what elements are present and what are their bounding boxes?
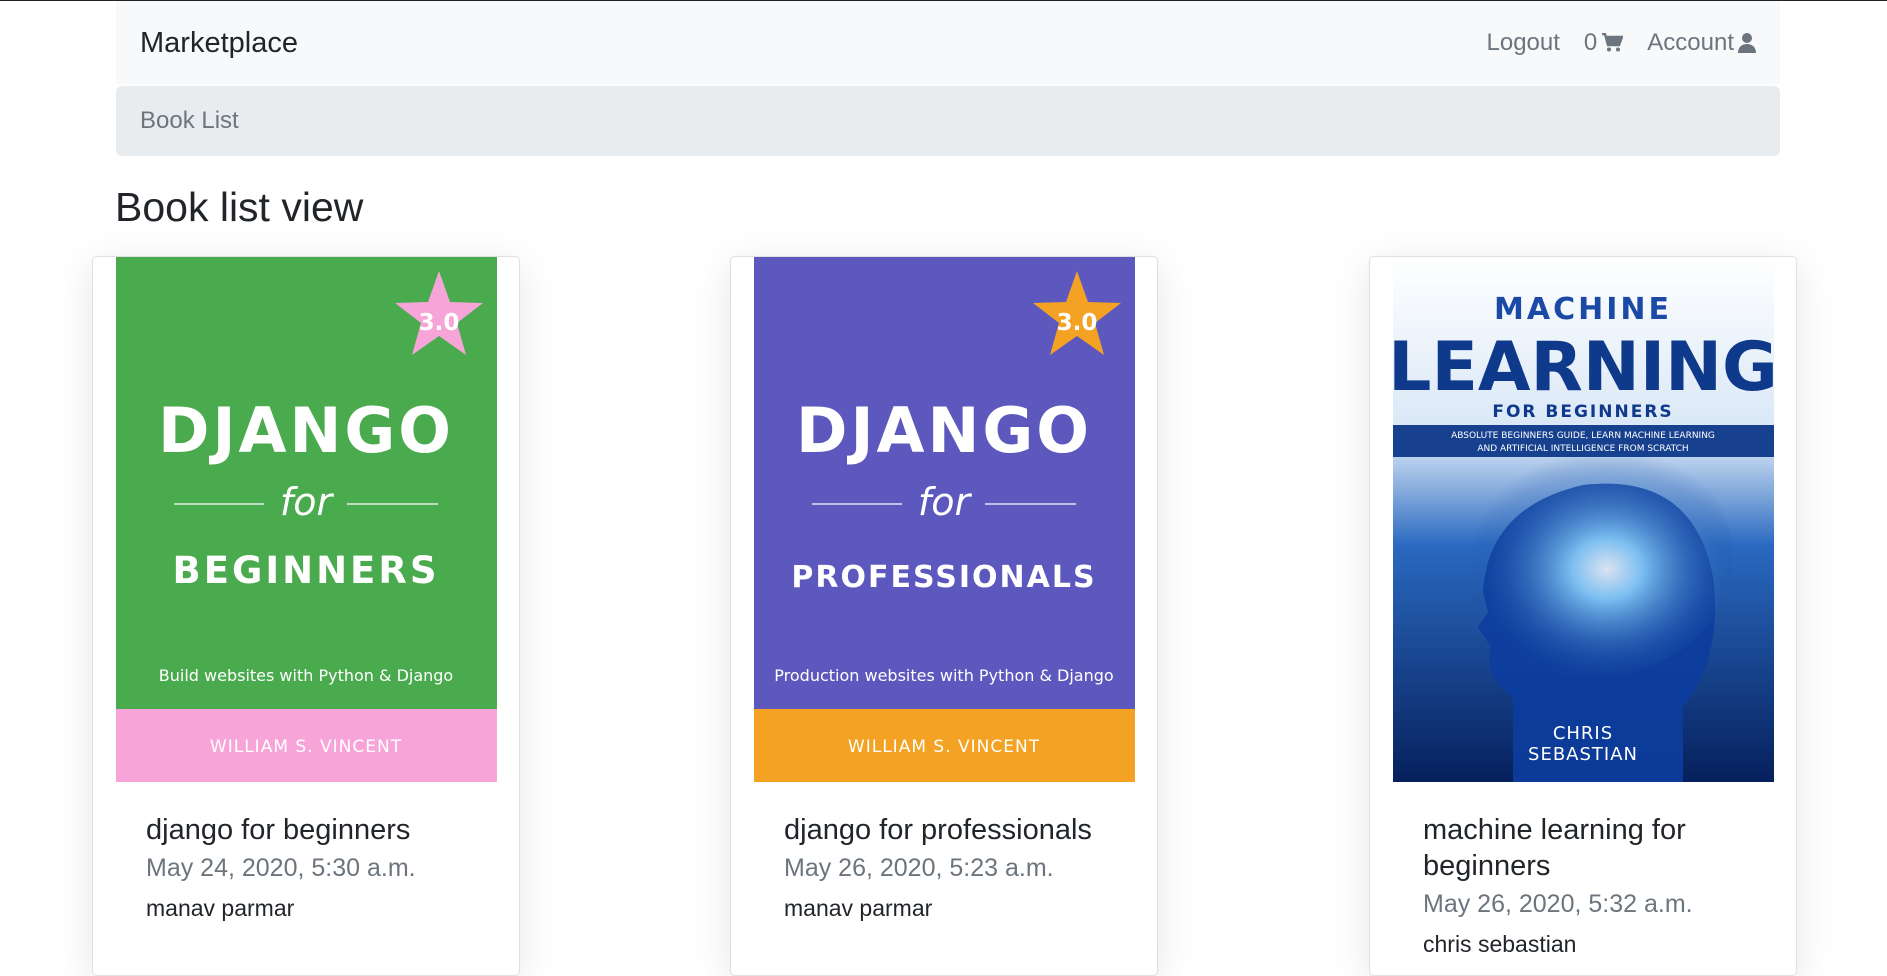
- cover-author: WILLIAM S. VINCENT: [848, 737, 1040, 757]
- page-title: Book list view: [115, 184, 364, 230]
- account-label: Account: [1647, 29, 1734, 56]
- breadcrumb-item[interactable]: Book List: [140, 107, 239, 135]
- cart-count: 0: [1583, 29, 1598, 56]
- book-title[interactable]: django for professionals: [784, 812, 1137, 848]
- cover-rating: 3.0: [419, 310, 460, 336]
- cart-icon: [1602, 33, 1624, 52]
- cover-subtitle-1: ABSOLUTE BEGINNERS GUIDE, LEARN MACHINE …: [1451, 431, 1715, 441]
- cover-line2: for: [280, 480, 335, 524]
- cover-author: WILLIAM S. VINCENT: [210, 737, 402, 757]
- navbar: Marketplace Logout 0 Account: [116, 1, 1780, 85]
- cart-link[interactable]: 0: [1583, 29, 1624, 57]
- book-card: 3.0 DJANGO for PROFESSIONALS Production …: [730, 256, 1158, 976]
- card-body: django for beginners May 24, 2020, 5:30 …: [146, 812, 499, 922]
- cover-line2: for: [918, 480, 973, 524]
- cover-author-1: CHRIS: [1553, 723, 1613, 744]
- account-link[interactable]: Account: [1647, 29, 1756, 57]
- breadcrumb: Book List: [116, 86, 1780, 156]
- card-body: machine learning for beginners May 26, 2…: [1423, 812, 1776, 958]
- book-cover-image[interactable]: MACHINE LEARNING FOR BEGINNERS ABSOLUTE …: [1393, 257, 1774, 782]
- brand-link[interactable]: Marketplace: [140, 27, 298, 60]
- book-author: chris sebastian: [1423, 931, 1577, 957]
- cover-tagline: Build websites with Python & Django: [159, 666, 453, 685]
- book-date: May 26, 2020, 5:23 a.m.: [784, 854, 1054, 882]
- cover-line3: PROFESSIONALS: [791, 560, 1096, 595]
- book-title[interactable]: machine learning for beginners: [1423, 812, 1776, 884]
- book-cover-image[interactable]: 3.0 DJANGO for PROFESSIONALS Production …: [754, 257, 1135, 782]
- logout-link[interactable]: Logout: [1487, 29, 1560, 57]
- book-cover-image[interactable]: 3.0 DJANGO for BEGINNERS Build websites …: [116, 257, 497, 782]
- cover-line2: LEARNING: [1393, 328, 1774, 407]
- cover-tagline: Production websites with Python & Django: [774, 666, 1113, 685]
- cover-subtitle-2: AND ARTIFICIAL INTELLIGENCE FROM SCRATCH: [1477, 444, 1688, 454]
- cover-line3: BEGINNERS: [173, 549, 440, 592]
- book-title[interactable]: django for beginners: [146, 812, 499, 848]
- book-author: manav parmar: [146, 895, 295, 921]
- book-card: MACHINE LEARNING FOR BEGINNERS ABSOLUTE …: [1369, 256, 1797, 976]
- cover-rating: 3.0: [1057, 310, 1098, 336]
- book-date: May 26, 2020, 5:32 a.m.: [1423, 890, 1693, 918]
- cover-line1: MACHINE: [1494, 292, 1672, 327]
- book-card: 3.0 DJANGO for BEGINNERS Build websites …: [92, 256, 520, 976]
- cover-line1: DJANGO: [158, 394, 454, 467]
- cover-line3: FOR BEGINNERS: [1492, 402, 1673, 422]
- book-date: May 24, 2020, 5:30 a.m.: [146, 854, 416, 882]
- card-body: django for professionals May 26, 2020, 5…: [784, 812, 1137, 922]
- book-author: manav parmar: [784, 895, 933, 921]
- cover-author-2: SEBASTIAN: [1528, 744, 1638, 765]
- user-icon: [1738, 33, 1756, 53]
- cover-line1: DJANGO: [796, 394, 1092, 467]
- nav-links: Logout 0 Account: [1487, 29, 1756, 57]
